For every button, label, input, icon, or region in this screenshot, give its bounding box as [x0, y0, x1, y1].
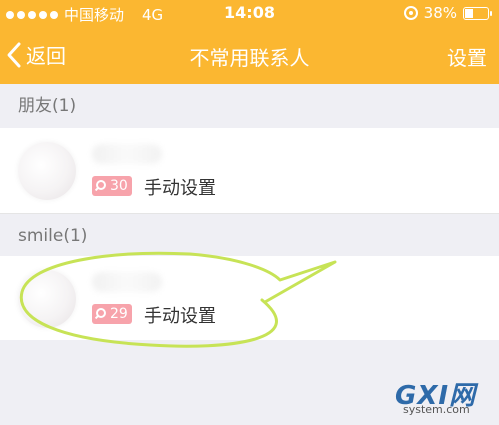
contact-row[interactable]: 30 手动设置 [0, 128, 499, 214]
watermark-domain: system.com [403, 403, 470, 416]
contact-row[interactable]: 29 手动设置 [0, 256, 499, 342]
intimacy-badge: 29 [92, 304, 132, 324]
search-icon [96, 308, 106, 318]
search-icon [96, 180, 106, 190]
section-header-friends: 朋友(1) [18, 96, 77, 116]
status-bar-right: 38% [403, 4, 492, 22]
rotation-lock-icon [403, 6, 418, 20]
intimacy-badge: 30 [92, 176, 132, 196]
page-title: 不常用联系人 [189, 46, 310, 70]
section-header-smile: smile(1) [18, 226, 88, 246]
battery-icon [463, 6, 492, 20]
battery-percent: 38% [423, 4, 457, 22]
battery-fill [465, 8, 473, 18]
settings-button[interactable]: 设置 [447, 42, 487, 71]
badge-value: 30 [110, 178, 128, 194]
contact-name-blurred [92, 272, 162, 292]
badge-value: 29 [110, 306, 128, 322]
avatar [18, 270, 76, 328]
status-label: 手动设置 [144, 178, 216, 199]
status-label: 手动设置 [144, 306, 216, 327]
watermark: GXI网 system.com [395, 375, 493, 419]
status-bar: 中国移动 4G 14:08 38% [0, 0, 499, 28]
contact-name-blurred [92, 144, 162, 164]
nav-bar: 返回 不常用联系人 设置 [0, 28, 499, 84]
avatar [18, 142, 76, 200]
